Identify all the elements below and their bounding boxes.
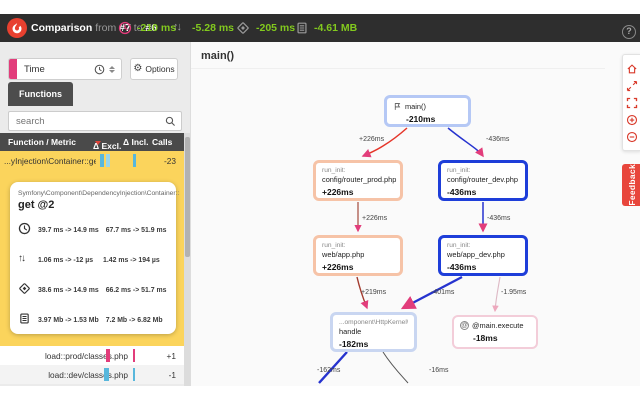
flag-icon <box>394 103 401 110</box>
node-web-app-dev[interactable]: run_init: web/app_dev.php -436ms <box>438 235 528 276</box>
edge-label: -401ms <box>431 289 455 296</box>
excl-bar <box>106 349 110 362</box>
cpu-time-delta[interactable]: -205 ms <box>256 22 295 34</box>
excl-bar <box>100 154 104 167</box>
col-calls[interactable]: Calls <box>152 137 172 147</box>
col-delta-incl[interactable]: Δ Incl. <box>123 137 148 147</box>
node-router-dev[interactable]: run_init: config/router_dev.php -436ms <box>438 160 528 201</box>
memory-delta[interactable]: -4.61 MB <box>314 22 357 34</box>
cpu-time-icon <box>18 282 31 294</box>
home-icon[interactable] <box>626 63 638 75</box>
edge-label: +226ms <box>362 215 388 222</box>
resize-diagonal-icon[interactable] <box>626 80 638 92</box>
tab-functions-label: Functions <box>19 89 62 99</box>
node-title: @main.execute <box>472 321 524 330</box>
io-time-delta[interactable]: -5.28 ms <box>192 22 234 34</box>
incl-bar <box>133 368 135 381</box>
edge-label: -162ms <box>317 367 341 374</box>
edge-label: +226ms <box>359 136 385 143</box>
table-header: Function / Metric Δ Excl. Δ Incl. Calls <box>0 133 184 151</box>
node-main[interactable]: main() -210ms <box>384 95 471 127</box>
blackfire-comparison-window: Comparison from #7 to #6 -210 ms ↑↓ -5.2… <box>0 14 640 386</box>
io-time-icon: ↑↓ <box>18 252 26 264</box>
function-name: ...yInjection\Container::get <box>4 156 96 166</box>
search-box <box>8 111 182 131</box>
cpu-time-icon[interactable] <box>236 21 250 35</box>
dimension-color-swatch <box>9 59 17 79</box>
scrollbar-thumb[interactable] <box>184 137 190 257</box>
node-kernel-handle[interactable]: ...omponent\HttpKernel\Kernel:: handle -… <box>330 312 417 352</box>
sidebar: Time ⚙ Options Functions Function / Metr… <box>0 42 190 386</box>
wall-time-delta[interactable]: -210 ms <box>137 22 176 34</box>
callgraph-area: main() +226ms -436ms +226ms -436ms +219m… <box>190 42 640 386</box>
node-title: main() <box>405 102 426 111</box>
blackfire-logo-icon[interactable] <box>7 18 27 38</box>
wall-time-icon <box>18 222 31 234</box>
chevron-updown-icon <box>109 65 115 73</box>
memory-icon[interactable] <box>295 21 309 35</box>
node-web-app[interactable]: run_init: web/app.php +226ms <box>313 235 403 276</box>
options-button[interactable]: ⚙ Options <box>130 58 178 80</box>
excl-bar <box>106 154 110 167</box>
incl-bar <box>133 349 135 362</box>
search-input[interactable] <box>16 112 166 130</box>
dimension-select[interactable]: Time <box>8 58 122 80</box>
zoom-in-icon[interactable] <box>626 114 638 126</box>
calls-value: +1 <box>166 351 176 361</box>
topbar: Comparison from #7 to #6 -210 ms ↑↓ -5.2… <box>0 14 640 42</box>
graph-toolbar <box>622 54 640 151</box>
tooltip-class: Symfony\Component\DependencyInjection\Co… <box>18 190 180 197</box>
edge-label: -436ms <box>487 215 511 222</box>
io-time-icon[interactable]: ↑↓ <box>173 21 182 33</box>
edge-label: -1.95ms <box>501 289 527 296</box>
tooltip-cpu-row: 38.6 ms -> 14.9 ms 66.2 ms -> 51.7 ms <box>18 275 168 301</box>
table-row-selected[interactable]: ...yInjection\Container::get@2 -23 <box>0 151 184 170</box>
at-icon: @ <box>460 321 469 330</box>
search-icon <box>165 116 175 126</box>
node-router-prod[interactable]: run_init: config/router_prod.php +226ms <box>313 160 403 201</box>
table-row[interactable]: load::prod/classes.php +1 <box>0 346 184 365</box>
feedback-label: Feedback <box>626 164 637 206</box>
feedback-button[interactable]: Feedback <box>622 164 640 206</box>
incl-bar <box>133 154 136 167</box>
dimension-select-value: Time <box>24 63 45 75</box>
col-function-metric[interactable]: Function / Metric <box>8 137 76 147</box>
node-delta: -210ms <box>406 114 436 124</box>
tooltip-io-row: ↑↓ 1.06 ms -> -12 µs 1.42 ms -> 194 µs <box>18 252 160 265</box>
wall-time-icon[interactable] <box>118 21 132 35</box>
gear-icon: ⚙ <box>133 63 143 74</box>
tooltip-method: get @2 <box>18 199 55 211</box>
function-tooltip: Symfony\Component\DependencyInjection\Co… <box>10 182 180 334</box>
tooltip-wall-time-row: 39.7 ms -> 14.9 ms 67.7 ms -> 51.9 ms <box>18 215 168 241</box>
edge-label: +219ms <box>361 289 387 296</box>
sort-desc-icon <box>95 141 101 145</box>
zoom-out-icon[interactable] <box>626 131 638 143</box>
node-main-execute[interactable]: @ @main.execute -18ms <box>452 315 538 349</box>
clock-icon <box>94 64 105 74</box>
tooltip-memory-row: 3.97 Mb -> 1.53 Mb 7.2 Mb -> 6.82 Mb <box>18 305 168 331</box>
memory-icon <box>20 312 29 324</box>
calls-value: -1 <box>168 370 176 380</box>
options-button-label: Options <box>145 64 175 74</box>
edge-label: -436ms <box>486 136 510 143</box>
tab-functions[interactable]: Functions <box>8 82 73 106</box>
calls-value: -23 <box>164 156 176 166</box>
help-icon[interactable]: ? <box>622 25 636 39</box>
fullscreen-icon[interactable] <box>626 97 638 109</box>
excl-bar <box>104 368 109 381</box>
table-row[interactable]: load::dev/classes.php -1 <box>0 365 184 384</box>
edge-label: -16ms <box>429 367 449 374</box>
